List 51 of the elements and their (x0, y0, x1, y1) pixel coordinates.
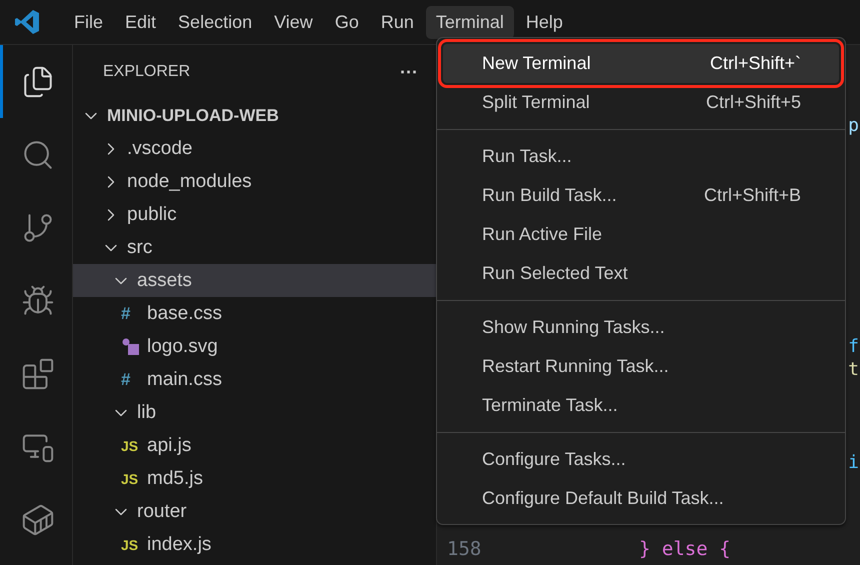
bug-icon (20, 284, 54, 318)
menu-title[interactable]: Edit (115, 6, 166, 38)
line-number: 158 (446, 538, 482, 560)
menu-item[interactable]: Run Task... (443, 137, 839, 176)
container-icon (20, 502, 54, 536)
code-text: t (848, 359, 859, 382)
file-row[interactable]: logo.svg (73, 330, 436, 363)
folder-row[interactable]: src (73, 231, 436, 264)
file-row[interactable]: JS api.js (73, 429, 436, 462)
menu-item[interactable]: Run Active File (443, 215, 839, 254)
js-icon: JS (121, 470, 141, 486)
folder-row[interactable]: .vscode (73, 132, 436, 165)
hash-icon: # (121, 304, 141, 324)
menu-item[interactable]: Show Running Tasks... (443, 308, 839, 347)
folder-row[interactable]: lib (73, 396, 436, 429)
menu-item[interactable]: Run Build Task... Ctrl+Shift+B (443, 176, 839, 215)
code-text: i (848, 452, 859, 475)
menu-title[interactable]: Go (324, 6, 369, 38)
hash-icon: # (121, 370, 141, 390)
menu-item[interactable]: Restart Running Task... (443, 347, 839, 386)
code-text: } else { (639, 538, 731, 560)
blocks-icon (20, 356, 54, 390)
js-icon: JS (121, 536, 141, 552)
menu-title[interactable]: File (64, 6, 114, 38)
menu-item[interactable]: Split Terminal Ctrl+Shift+5 (443, 83, 839, 122)
image-icon (121, 336, 141, 356)
menu-item[interactable]: Configure Default Build Task... (443, 479, 839, 518)
code-text: f (848, 336, 859, 359)
code-text: p (848, 115, 859, 138)
menu-title[interactable]: Terminal (426, 6, 514, 38)
file-row[interactable]: # main.css (73, 363, 436, 396)
menu-title[interactable]: View (264, 6, 323, 38)
folder-row[interactable]: router (73, 495, 436, 528)
folder-row[interactable]: MINIO-UPLOAD-WEB (73, 99, 436, 132)
more-actions-button[interactable]: ··· (400, 62, 418, 82)
menu-item[interactable]: Configure Tasks... (443, 440, 839, 479)
menu-title[interactable]: Run (370, 6, 424, 38)
menu-item[interactable]: Run Selected Text (443, 254, 839, 293)
menu-title[interactable]: Help (516, 6, 573, 38)
folder-row[interactable]: node_modules (73, 165, 436, 198)
menu-item[interactable]: Terminate Task... (443, 386, 839, 425)
file-row[interactable]: # base.css (73, 297, 436, 330)
folder-row[interactable]: assets (73, 264, 436, 297)
menu-item[interactable]: New Terminal Ctrl+Shift+` (443, 44, 839, 83)
menu-title[interactable]: Selection (168, 6, 262, 38)
folder-row[interactable]: public (73, 198, 436, 231)
file-row[interactable]: JS md5.js (73, 462, 436, 495)
sidebar-title: EXPLORER (103, 63, 190, 81)
js-icon: JS (121, 438, 141, 454)
app-logo-icon (14, 9, 40, 35)
file-row[interactable]: JS index.js (73, 528, 436, 561)
